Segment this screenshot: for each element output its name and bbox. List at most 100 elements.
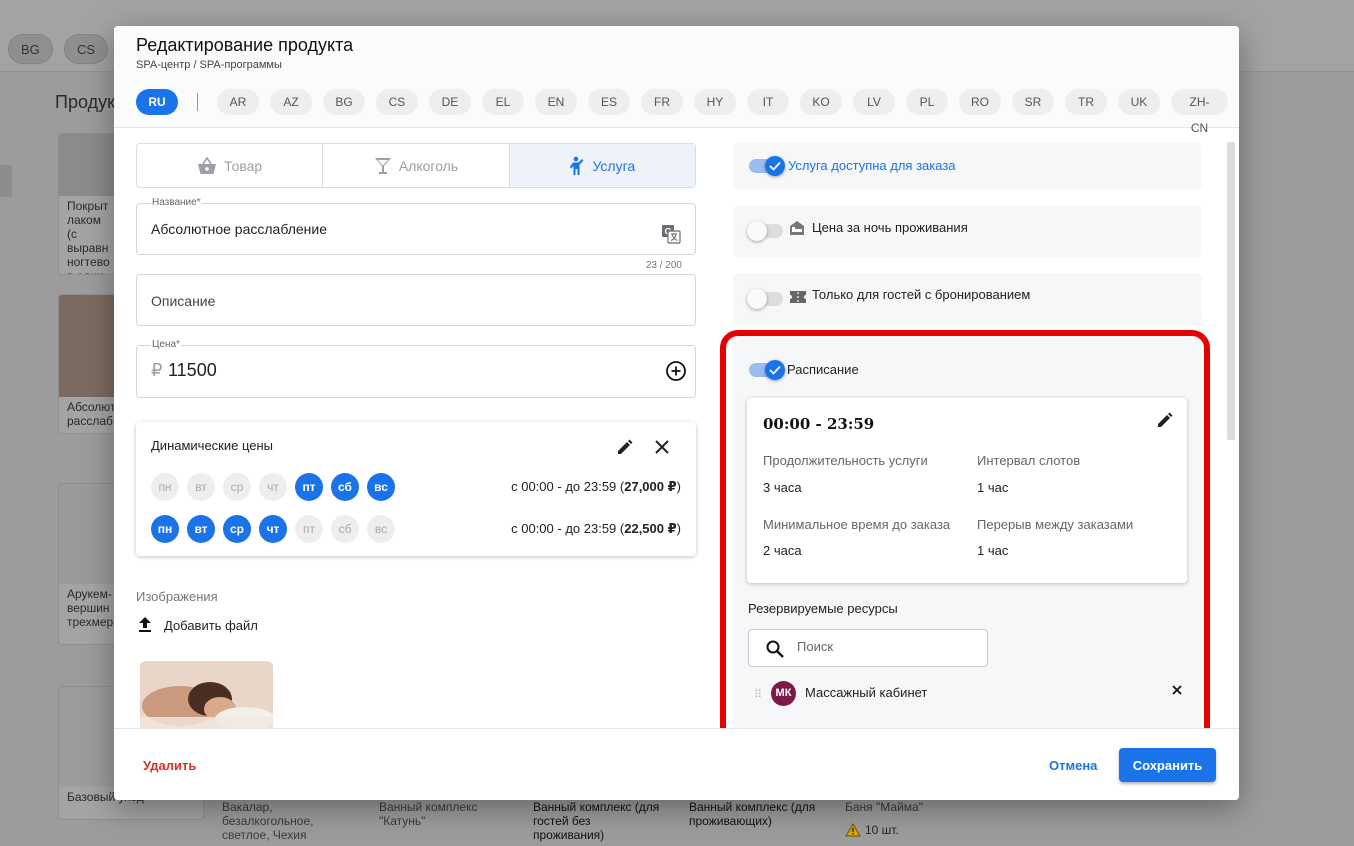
option-available-for-order: Услуга доступна для заказа [733, 143, 1202, 189]
edit-pencil-icon[interactable] [616, 438, 634, 456]
weekday-chip[interactable]: вт [187, 515, 215, 543]
available-label: Услуга доступна для заказа [788, 158, 956, 173]
weekday-chip[interactable]: вс [367, 473, 395, 501]
price-field[interactable]: Цена* ₽ 11500 [136, 339, 696, 398]
language-separator [197, 93, 198, 111]
weekday-chip[interactable]: сб [331, 515, 359, 543]
language-tabs: RU AR AZ BG CS DE EL EN ES FR HY IT KO LV PL RO SR TR UK Z… [136, 89, 1239, 135]
tab-product[interactable]: Товар [137, 144, 324, 187]
available-toggle[interactable] [749, 156, 785, 176]
price-value[interactable]: 11500 [168, 360, 217, 381]
product-image [140, 661, 273, 729]
weekday-selector: пн вт ср чт пт сб вс [151, 473, 403, 501]
scrollbar[interactable] [1227, 142, 1235, 440]
delete-button[interactable]: Удалить [143, 758, 196, 773]
language-tab-ru[interactable]: RU [136, 89, 178, 115]
dynamic-prices-title: Динамические цены [151, 438, 274, 453]
bg-product-title: Ванный комплекс (для проживающих) [689, 800, 816, 828]
language-tab-lv[interactable]: LV [852, 89, 895, 115]
warning-icon [845, 823, 861, 837]
language-tab-tr[interactable]: TR [1064, 89, 1107, 115]
language-tab-de[interactable]: DE [428, 89, 471, 115]
name-field-label: Название* [151, 197, 202, 208]
per-night-toggle[interactable] [747, 221, 783, 241]
bg-product-title: Ванный комплекс "Катунь" [379, 800, 478, 828]
edit-product-dialog: Редактирование продукта SPA-центр / SPA-… [114, 26, 1239, 800]
weekday-chip[interactable]: сб [331, 473, 359, 501]
language-tab-el[interactable]: EL [481, 89, 524, 115]
description-placeholder[interactable]: Описание [151, 293, 215, 309]
bg-product-card-title: Арукем- вершин трехмер [67, 587, 114, 629]
language-tab-ko[interactable]: KO [799, 89, 842, 115]
language-tab-ar[interactable]: AR [216, 89, 259, 115]
language-tab-zh-cn[interactable]: ZH-CN [1170, 89, 1228, 135]
close-icon[interactable] [654, 439, 670, 455]
bg-product-title: Ванный комплекс (для гостей без проживан… [533, 800, 660, 842]
bg-product-title: Баня "Майма" [845, 800, 923, 814]
weekday-chip[interactable]: пн [151, 473, 179, 501]
upload-icon [139, 617, 151, 632]
weekday-chip[interactable]: чт [259, 473, 287, 501]
language-tab-it[interactable]: IT [746, 89, 789, 115]
language-tab-hy[interactable]: HY [693, 89, 736, 115]
product-image-thumbnail[interactable] [140, 661, 273, 729]
language-tab-sr[interactable]: SR [1011, 89, 1054, 115]
weekday-chip[interactable]: пн [151, 515, 179, 543]
language-tab-es[interactable]: ES [587, 89, 630, 115]
weekday-chip[interactable]: ср [223, 473, 251, 501]
dialog-title: Редактирование продукта [136, 35, 354, 55]
language-tab-az[interactable]: AZ [269, 89, 312, 115]
translate-icon[interactable]: G [661, 224, 681, 244]
language-tab-pl[interactable]: PL [905, 89, 948, 115]
bg-product-card-title: Покрыт лаком (с выравн ногтево в один т [67, 199, 110, 274]
breadcrumb: SPA-центр / SPA-программы [136, 59, 282, 71]
bg-product-title: Вакалар, безалкогольное, светлое, Чехия [222, 800, 314, 842]
dialog-footer: Удалить Отмена Сохранить [114, 728, 1239, 800]
images-label: Изображения [136, 589, 218, 604]
language-tab-bg[interactable]: BG [322, 89, 365, 115]
price-field-label: Цена* [151, 339, 181, 350]
description-field[interactable]: Описание [136, 274, 696, 326]
bg-stock-count: 10 шт. [845, 823, 899, 837]
person-service-icon [570, 156, 584, 175]
basket-icon [198, 156, 217, 174]
currency-symbol: ₽ [151, 360, 163, 380]
name-field[interactable]: Название* Абсолютное расслабление G [136, 197, 696, 255]
bg-product-card: Покрыт лаком (с выравн ногтево в один т [58, 133, 118, 275]
tab-alcohol[interactable]: Алкоголь [323, 144, 510, 187]
option-guests-only: Только для гостей с бронированием [733, 273, 1202, 325]
name-char-counter: 23 / 200 [645, 260, 682, 271]
language-tab-en[interactable]: EN [534, 89, 577, 115]
per-night-label: Цена за ночь проживания [812, 220, 968, 235]
language-tab-uk[interactable]: UK [1117, 89, 1160, 115]
weekday-chip[interactable]: пт [295, 473, 323, 501]
guests-only-label: Только для гостей с бронированием [812, 287, 1031, 302]
language-tab-ro[interactable]: RO [958, 89, 1001, 115]
weekday-chip[interactable]: ср [223, 515, 251, 543]
dynamic-price-range: с 00:00 - до 23:59 (22,500 ₽) [511, 521, 681, 536]
dialog-header: Редактирование продукта SPA-центр / SPA-… [114, 26, 1239, 135]
guests-only-toggle[interactable] [747, 289, 783, 309]
weekday-chip[interactable]: вс [367, 515, 395, 543]
save-button[interactable]: Сохранить [1119, 748, 1216, 782]
weekday-chip[interactable]: чт [259, 515, 287, 543]
dynamic-price-range: с 00:00 - до 23:59 (27,000 ₽) [511, 479, 681, 494]
bg-product-card: Абсолют расслаб [58, 294, 118, 434]
bg-product-card-title: Абсолют расслаб [67, 400, 116, 428]
cocktail-icon [374, 157, 391, 174]
name-field-value[interactable]: Абсолютное расслабление [151, 221, 327, 237]
weekday-chip[interactable]: пт [295, 515, 323, 543]
hotel-bed-icon [790, 221, 804, 235]
weekday-chip[interactable]: вт [187, 473, 215, 501]
option-per-night-price: Цена за ночь проживания [733, 205, 1202, 257]
dynamic-prices-card: Динамические цены пн вт ср чт пт сб вс с 00:00… [136, 422, 696, 556]
bg-language-chip: CS [64, 34, 109, 64]
language-tab-fr[interactable]: FR [640, 89, 683, 115]
add-circle-icon[interactable] [665, 360, 687, 382]
cancel-button[interactable]: Отмена [1049, 758, 1097, 773]
add-file-button[interactable]: Добавить файл [136, 616, 258, 634]
language-tab-cs[interactable]: CS [375, 89, 418, 115]
tab-service[interactable]: Услуга [509, 144, 695, 187]
weekday-selector: пн вт ср чт пт сб вс [151, 515, 403, 543]
product-type-tabs: Товар Алкоголь Услуга [136, 143, 696, 188]
